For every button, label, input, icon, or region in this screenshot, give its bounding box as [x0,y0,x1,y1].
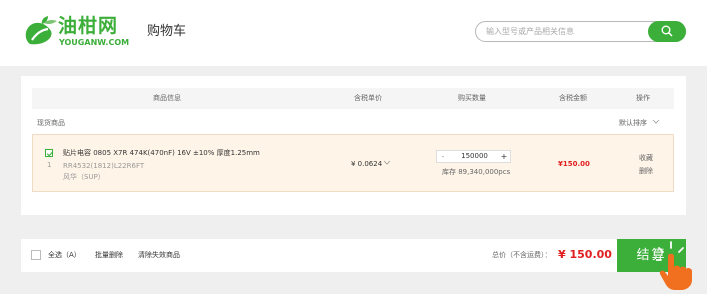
decrease-button[interactable]: - [437,151,449,162]
product-name[interactable]: 贴片电容 0805 X7R 474K(470nF) 16V ±10% 厚度1.2… [63,149,260,158]
table-header: 商品信息 含税单价 购买数量 含税金额 操作 [32,88,674,109]
group-label: 现货商品 [37,119,65,127]
chevron-down-icon [383,160,391,165]
total-value: ¥ 150.00 [558,248,612,261]
search-button[interactable] [648,21,686,42]
product-code: RR4532(1812)L22R6FT [63,162,145,170]
quantity-stepper: - 150000 + [436,150,511,163]
cart-panel: 商品信息 含税单价 购买数量 含税金额 操作 现货商品 默认排序 1 贴片电容 … [21,76,686,215]
logo-fruit-icon [25,16,57,45]
hand-pointer-icon [656,241,692,290]
search-input[interactable] [486,22,646,41]
product-brand: 风华（SUP） [63,173,105,181]
clear-invalid-button[interactable]: 清除失效商品 [138,251,180,260]
chevron-down-icon [652,119,660,124]
page-title: 购物车 [147,24,187,39]
item-amount: ¥150.00 [558,160,590,168]
cart-item-row: 1 贴片电容 0805 X7R 474K(470nF) 16V ±10% 厚度1… [32,134,674,192]
total-label: 总价（不含运费）： [492,251,552,259]
item-index: 1 [47,161,52,169]
logo-domain: YOUGANW.COM [59,38,130,47]
sort-label: 默认排序 [619,119,647,127]
col-product-info: 商品信息 [153,94,181,102]
logo[interactable]: 油柑网 YOUGANW.COM [24,14,134,48]
unit-price-value: ¥ 0.0624 [351,160,383,168]
select-all-checkbox[interactable] [31,250,41,260]
batch-delete-button[interactable]: 批量删除 [95,251,123,260]
col-quantity: 购买数量 [458,94,486,102]
check-icon [46,151,54,157]
increase-button[interactable]: + [498,151,510,162]
header: 油柑网 YOUGANW.COM 购物车 [0,0,707,66]
favorite-link[interactable]: 收藏 [639,154,653,163]
quantity-input[interactable]: 150000 [451,152,498,161]
logo-text: 油柑网 [58,15,119,37]
sort-dropdown[interactable]: 默认排序 [619,118,660,128]
item-checkbox[interactable] [45,149,54,157]
search-icon [661,25,673,37]
stock-info: 库存 89,340,000pcs [442,168,511,176]
select-all-label[interactable]: 全选（A） [48,251,81,260]
checkout-bar: 全选（A） 批量删除 清除失效商品 总价（不含运费）： ¥ 150.00 结算 [21,239,686,272]
col-unit-price: 含税单价 [354,94,382,102]
col-actions: 操作 [636,94,650,102]
search-box [475,21,686,42]
group-row: 现货商品 默认排序 [32,116,674,128]
delete-link[interactable]: 删除 [639,167,653,176]
unit-price[interactable]: ¥ 0.0624 [351,160,391,169]
col-amount: 含税金额 [559,94,587,102]
